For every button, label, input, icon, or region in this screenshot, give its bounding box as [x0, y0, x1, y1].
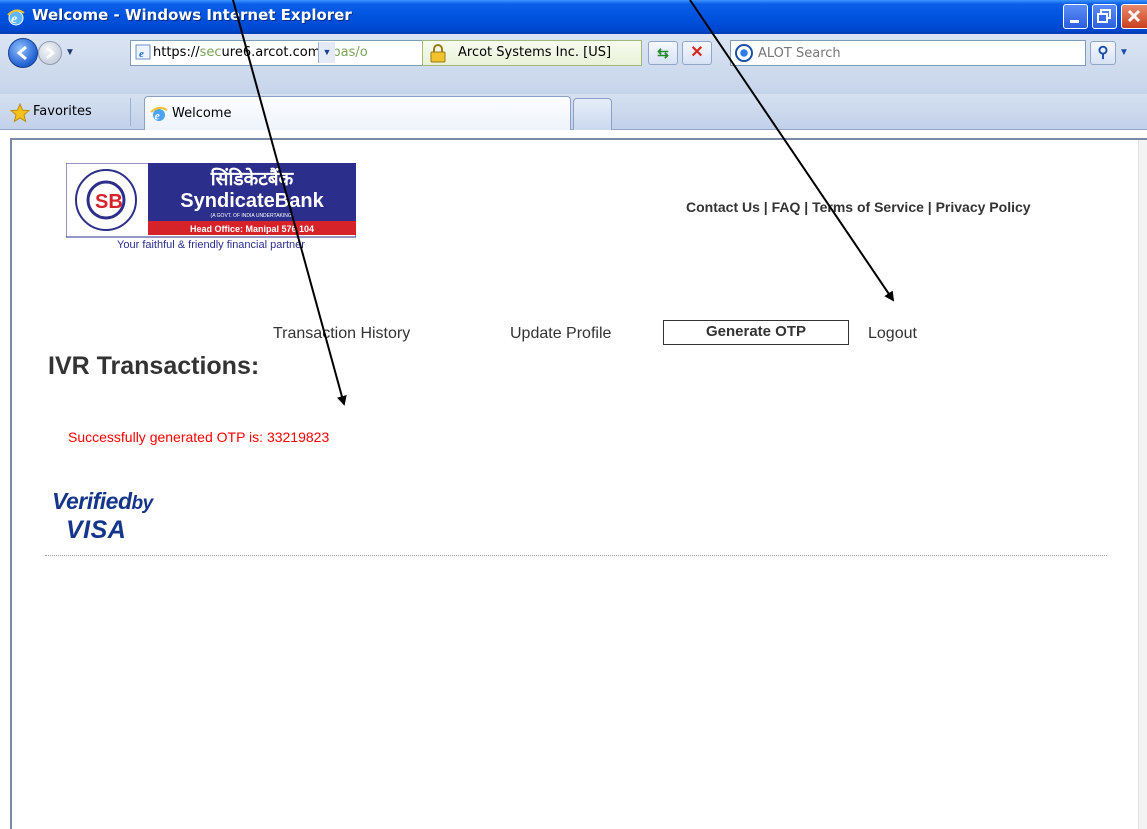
stop-icon: ✕: [690, 44, 704, 61]
stop-button[interactable]: ✕: [682, 41, 712, 65]
verified-by-visa-logo: Verifiedby: [52, 488, 153, 515]
lock-icon: [430, 44, 446, 63]
generate-otp-button[interactable]: Generate OTP: [663, 320, 849, 345]
ie-tab-icon: e: [150, 106, 168, 123]
refresh-button[interactable]: ⇆: [648, 41, 678, 65]
close-button[interactable]: [1121, 4, 1147, 29]
privacy-policy-link[interactable]: Privacy Policy: [936, 199, 1031, 215]
vertical-scrollbar[interactable]: [1138, 140, 1147, 829]
svg-text:e: e: [155, 109, 161, 123]
bank-tagline: Your faithful & friendly financial partn…: [117, 239, 305, 251]
page-icon: e: [135, 44, 151, 60]
alot-search-icon: [735, 44, 753, 62]
logo-govt-note: (A GOVT. OF INDIA UNDERTAKING): [211, 213, 294, 219]
minimize-button[interactable]: [1063, 4, 1088, 29]
page-heading: IVR Transactions:: [48, 352, 260, 380]
logo-head-office: Head Office: Manipal 576 104: [190, 224, 314, 234]
visa-word: VISA: [66, 516, 127, 544]
logo-hindi-name: सिंडिकेटबैंक: [210, 167, 295, 190]
minimize-icon: [1070, 20, 1079, 23]
link-separator: |: [800, 199, 813, 215]
top-links: Contact Us | FAQ | Terms of Service | Pr…: [686, 199, 1031, 215]
tab-title[interactable]: Welcome: [172, 106, 231, 121]
toolbar-separator: [130, 98, 131, 126]
favorites-button[interactable]: Favorites: [33, 104, 92, 119]
link-separator: |: [759, 199, 772, 215]
favorites-star-icon: [10, 103, 30, 123]
forward-button[interactable]: [38, 41, 62, 65]
svg-text:e: e: [139, 48, 144, 60]
address-url[interactable]: https://secure6.arcot.com/vpas/o: [153, 45, 368, 60]
logo-english-name: SyndicateBank: [180, 190, 324, 212]
svg-text:SB: SB: [95, 191, 123, 213]
back-arrow-icon: [16, 45, 27, 61]
magnifier-icon: ⚲: [1097, 44, 1109, 61]
restore-button[interactable]: [1092, 4, 1117, 29]
otp-success-message: Successfully generated OTP is: 33219823: [68, 429, 330, 445]
security-certificate-label[interactable]: Arcot Systems Inc. [US]: [458, 45, 611, 60]
contact-us-link[interactable]: Contact Us: [686, 199, 760, 215]
forward-arrow-icon: [46, 47, 55, 59]
search-input[interactable]: [758, 43, 1078, 63]
terms-of-service-link[interactable]: Terms of Service: [812, 199, 924, 215]
logout-link[interactable]: Logout: [868, 325, 917, 343]
svg-text:e: e: [11, 12, 17, 27]
faq-link[interactable]: FAQ: [772, 199, 801, 215]
update-profile-link[interactable]: Update Profile: [510, 325, 611, 343]
address-dropdown-button[interactable]: ▼: [318, 42, 335, 63]
new-tab-button[interactable]: [573, 98, 612, 130]
search-button[interactable]: ⚲: [1090, 41, 1116, 65]
ie-icon: e: [7, 9, 25, 27]
dotted-divider: [45, 555, 1107, 556]
recent-pages-dropdown[interactable]: ▼: [65, 47, 75, 58]
visa-by-text: by: [131, 493, 154, 514]
search-options-dropdown[interactable]: ▼: [1119, 41, 1147, 65]
visa-verified-text: Verified: [52, 488, 132, 514]
close-icon: [1127, 9, 1141, 23]
restore-icon: [1097, 9, 1111, 23]
link-separator: |: [923, 199, 936, 215]
window-title: Welcome - Windows Internet Explorer: [32, 6, 352, 24]
back-button[interactable]: [8, 38, 38, 68]
transaction-history-link[interactable]: Transaction History: [273, 325, 410, 343]
refresh-icon: ⇆: [657, 45, 669, 61]
